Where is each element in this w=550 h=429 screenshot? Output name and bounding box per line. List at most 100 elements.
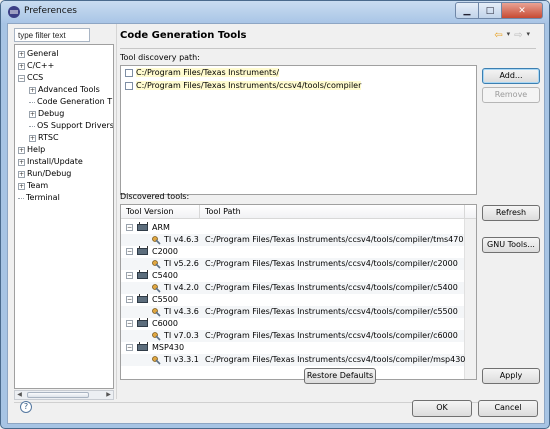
collapse-toggle-icon[interactable]: − xyxy=(126,320,133,327)
expand-toggle-icon[interactable]: + xyxy=(29,134,36,142)
chip-icon xyxy=(137,294,148,303)
tool-version-cell: TI v4.2.0 xyxy=(164,283,199,292)
window-controls: ▁ □ ✕ xyxy=(455,2,543,20)
sidebar-item-label: Team xyxy=(27,181,49,190)
sidebar-item-advanced-tools[interactable]: + Advanced Tools xyxy=(29,84,100,96)
sidebar-item-code-generation-tools[interactable]: Code Generation T xyxy=(29,96,113,108)
collapse-toggle-icon[interactable]: − xyxy=(126,248,133,255)
sidebar-item-ccs[interactable]: − CCS xyxy=(18,72,43,84)
sidebar-item-label: Install/Update xyxy=(27,157,83,166)
eclipse-app-icon xyxy=(8,6,20,18)
apply-button[interactable]: Apply xyxy=(482,368,540,384)
table-row[interactable]: − C5400 xyxy=(121,270,464,282)
table-row[interactable]: TI v4.2.0 C:/Program Files/Texas Instrume… xyxy=(121,282,464,294)
tool-family-label: C5500 xyxy=(152,295,178,304)
refresh-button[interactable]: Refresh xyxy=(482,205,540,221)
collapse-toggle-icon[interactable]: − xyxy=(126,272,133,279)
path-folder-icon xyxy=(125,81,133,90)
sidebar-item-debug[interactable]: + Debug xyxy=(29,108,64,120)
sidebar-item-os-support-drivers[interactable]: OS Support Drivers xyxy=(29,120,113,132)
sidebar-item-help[interactable]: + Help xyxy=(18,144,45,156)
list-item[interactable]: C:/Program Files/Texas Instruments/ccsv4… xyxy=(121,79,476,92)
expand-toggle-icon[interactable]: + xyxy=(18,170,25,178)
table-row[interactable]: TI v7.0.3 C:/Program Files/Texas Instrume… xyxy=(121,330,464,342)
filter-input[interactable] xyxy=(14,28,90,42)
table-row[interactable]: TI v3.3.1 C:/Program Files/Texas Instrume… xyxy=(121,354,466,366)
ok-button[interactable]: OK xyxy=(412,400,472,417)
tool-path-cell: C:/Program Files/Texas Instruments/ccsv4… xyxy=(205,283,458,292)
table-row[interactable]: − C6000 xyxy=(121,318,464,330)
sidebar-item-label: Help xyxy=(27,145,46,154)
list-item[interactable]: C:/Program Files/Texas Instruments/ xyxy=(121,66,476,79)
collapse-toggle-icon[interactable]: − xyxy=(126,224,133,231)
sidebar-item-general[interactable]: + General xyxy=(18,48,59,60)
table-row[interactable]: TI v4.3.6 C:/Program Files/Texas Instrume… xyxy=(121,306,464,318)
column-divider[interactable] xyxy=(464,205,465,219)
sidebar-item-team[interactable]: + Team xyxy=(18,180,48,192)
sidebar-item-c-cpp[interactable]: + C/C++ xyxy=(18,60,54,72)
expand-toggle-icon[interactable]: − xyxy=(18,74,25,82)
add-button[interactable]: Add... xyxy=(482,68,540,84)
tool-family-label: C5400 xyxy=(152,271,178,280)
back-arrow-icon[interactable]: ⇦ xyxy=(494,30,502,41)
column-divider[interactable] xyxy=(199,205,200,219)
minimize-button[interactable]: ▁ xyxy=(455,2,479,19)
expand-toggle-icon[interactable]: + xyxy=(18,158,25,166)
chip-icon xyxy=(137,246,148,255)
title-bar[interactable]: Preferences ▁ □ ✕ xyxy=(1,1,549,23)
tool-family-label: C6000 xyxy=(152,319,178,328)
scroll-right-arrow-icon[interactable]: ▶ xyxy=(104,391,113,399)
expand-toggle-icon[interactable]: + xyxy=(29,110,36,118)
table-row[interactable]: − ARM xyxy=(121,222,464,234)
collapse-toggle-icon[interactable]: − xyxy=(126,296,133,303)
discovery-path-list[interactable]: C:/Program Files/Texas Instruments/ C:/P… xyxy=(120,65,477,195)
restore-defaults-button[interactable]: Restore Defaults xyxy=(304,368,376,384)
expand-toggle-icon[interactable]: + xyxy=(18,182,25,190)
table-row[interactable]: − MSP430 xyxy=(121,342,464,354)
scroll-left-arrow-icon[interactable]: ◀ xyxy=(15,391,24,399)
sidebar-item-label: C/C++ xyxy=(27,61,55,70)
tree-horizontal-scrollbar[interactable]: ◀ ▶ xyxy=(14,390,114,400)
chip-icon xyxy=(137,222,148,231)
pane-splitter[interactable] xyxy=(116,24,117,399)
sidebar-item-install-update[interactable]: + Install/Update xyxy=(18,156,83,168)
column-header-version[interactable]: Tool Version xyxy=(126,207,174,216)
table-vertical-scrollbar[interactable] xyxy=(464,219,476,379)
table-row[interactable]: TI v4.6.3 C:/Program Files/Texas Instrume… xyxy=(121,234,464,246)
sidebar-item-run-debug[interactable]: + Run/Debug xyxy=(18,168,71,180)
chevron-down-icon[interactable]: ▾ xyxy=(507,30,511,41)
cancel-button[interactable]: Cancel xyxy=(478,400,538,417)
tool-version-cell: TI v3.3.1 xyxy=(164,355,199,364)
remove-button[interactable]: Remove xyxy=(482,87,540,103)
table-row[interactable]: − C2000 xyxy=(121,246,464,258)
expand-toggle-icon[interactable]: + xyxy=(18,50,25,58)
maximize-button[interactable]: □ xyxy=(478,2,502,19)
tool-path-cell: C:/Program Files/Texas Instruments/ccsv4… xyxy=(205,355,466,364)
expand-toggle-icon[interactable]: + xyxy=(18,62,25,70)
close-button[interactable]: ✕ xyxy=(501,2,543,19)
tree-leaf-connector xyxy=(29,125,35,127)
gnu-tools-button[interactable]: GNU Tools... xyxy=(482,237,540,253)
table-header: Tool Version Tool Path xyxy=(121,205,476,219)
tool-path-cell: C:/Program Files/Texas Instruments/ccsv4… xyxy=(205,235,464,244)
scroll-thumb[interactable] xyxy=(27,392,89,398)
column-header-path[interactable]: Tool Path xyxy=(205,207,241,216)
tool-version-cell: TI v4.6.3 xyxy=(164,235,199,244)
forward-arrow-icon[interactable]: ⇨ xyxy=(514,30,522,41)
preference-tree[interactable]: + General + C/C++ − CCS + Advanced Tools Code Ge… xyxy=(14,44,114,389)
table-row[interactable]: TI v5.2.6 C:/Program Files/Texas Instrume… xyxy=(121,258,464,270)
sidebar-item-terminal[interactable]: Terminal xyxy=(18,192,60,204)
collapse-toggle-icon[interactable]: − xyxy=(126,344,133,351)
compiler-tool-icon xyxy=(152,332,161,341)
compiler-tool-icon xyxy=(152,236,161,245)
discovered-tools-table[interactable]: Tool Version Tool Path − ARM TI v4.6.3 C:/P… xyxy=(120,204,477,380)
tool-family-label: C2000 xyxy=(152,247,178,256)
sidebar-item-rtsc[interactable]: + RTSC xyxy=(29,132,59,144)
expand-toggle-icon[interactable]: + xyxy=(29,86,36,94)
path-folder-icon xyxy=(125,68,133,77)
tree-leaf-connector xyxy=(18,197,24,199)
expand-toggle-icon[interactable]: + xyxy=(18,146,25,154)
table-row[interactable]: − C5500 xyxy=(121,294,464,306)
help-icon[interactable]: ? xyxy=(20,401,32,413)
chevron-down-icon[interactable]: ▾ xyxy=(526,30,530,41)
